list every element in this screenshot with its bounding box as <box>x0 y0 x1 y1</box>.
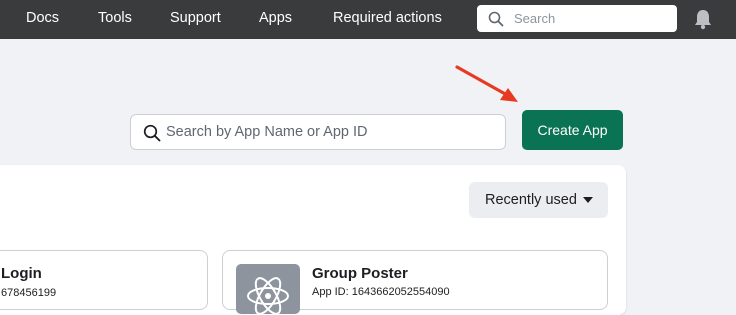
global-search-input[interactable]: Search <box>477 5 677 32</box>
app-thumbnail <box>236 264 300 314</box>
app-card-title: Group Poster <box>312 265 408 282</box>
create-app-button[interactable]: Create App <box>522 110 623 150</box>
atom-icon <box>247 277 289 314</box>
nav-item-docs[interactable]: Docs <box>26 0 59 37</box>
app-search-input[interactable]: Search by App Name or App ID <box>130 114 506 150</box>
app-card[interactable]: Group Poster App ID: 1643662052554090 <box>222 250 608 314</box>
search-icon <box>143 124 161 142</box>
app-search-placeholder: Search by App Name or App ID <box>166 124 368 140</box>
nav-item-support[interactable]: Support <box>170 0 221 37</box>
annotation-arrow-icon <box>455 65 518 102</box>
search-icon <box>488 11 504 27</box>
app-card-title: Login <box>1 265 42 282</box>
caret-down-icon <box>583 197 593 203</box>
nav-item-required-actions[interactable]: Required actions <box>333 0 442 37</box>
app-card-id: App ID: 1643662052554090 <box>312 286 450 298</box>
app-card[interactable]: Login 678456199 <box>0 250 208 310</box>
app-card-id: 678456199 <box>1 287 57 299</box>
nav-item-apps[interactable]: Apps <box>259 0 292 37</box>
bell-icon[interactable] <box>693 8 713 30</box>
global-search-placeholder: Search <box>514 11 556 26</box>
sort-dropdown[interactable]: Recently used <box>469 182 608 218</box>
sort-selected-label: Recently used <box>485 192 577 208</box>
nav-item-tools[interactable]: Tools <box>98 0 132 37</box>
top-navigation-bar: Docs Tools Support Apps Required actions… <box>0 0 736 39</box>
